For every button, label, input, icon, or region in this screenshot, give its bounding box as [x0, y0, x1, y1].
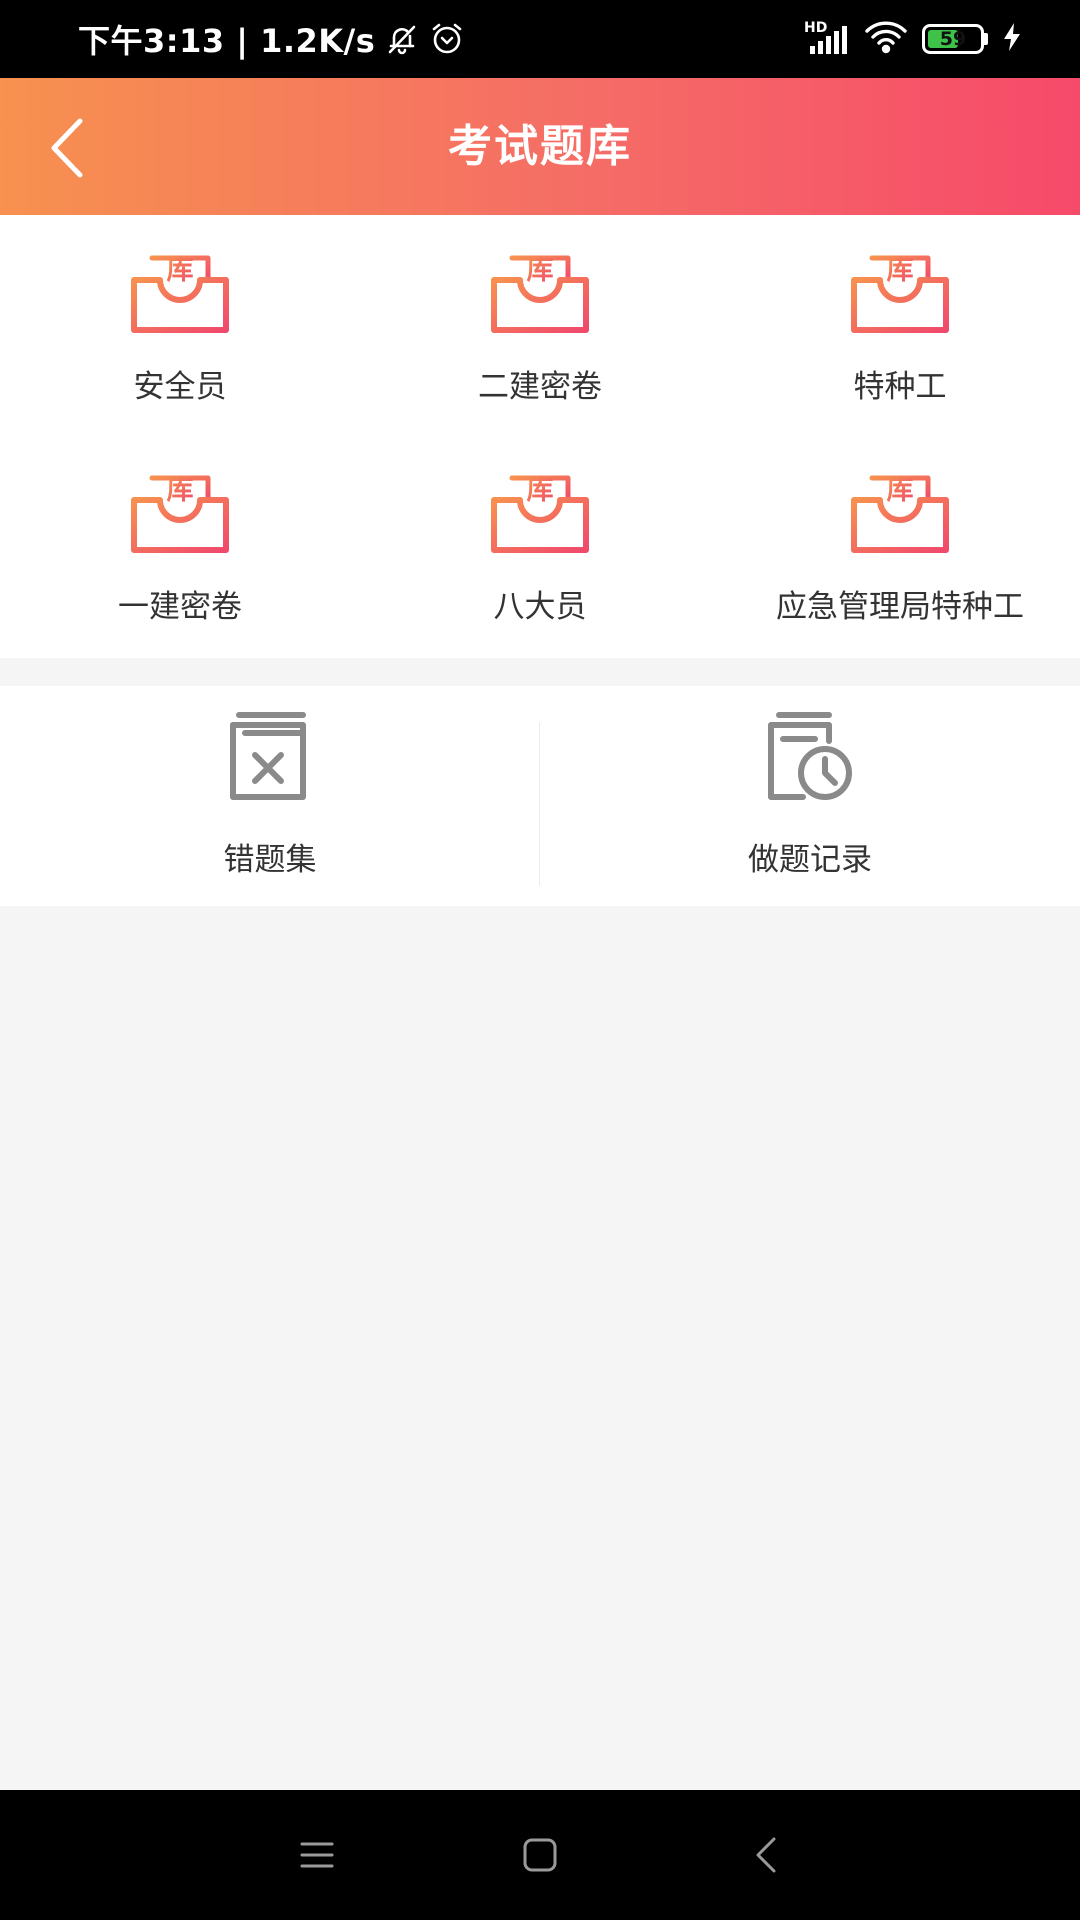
question-bank-icon: 库: [851, 242, 949, 333]
svg-text:库: 库: [167, 475, 194, 506]
question-bank-icon: 库: [491, 462, 589, 553]
category-item[interactable]: 库 特种工: [720, 215, 1080, 435]
status-left: 下午3:13 | 1.2K/s: [78, 0, 465, 78]
header-bar: 考试题库: [0, 78, 1080, 215]
svg-text:库: 库: [527, 255, 554, 286]
battery-icon: 59: [922, 24, 984, 54]
question-bank-icon: 库: [131, 462, 229, 553]
category-item[interactable]: 库 应急管理局特种工: [720, 435, 1080, 655]
wrong-questions-button[interactable]: 错题集: [0, 686, 540, 906]
status-right: HD 59: [804, 0, 1022, 78]
nav-home-button[interactable]: [500, 1820, 580, 1890]
category-label: 应急管理局特种工: [776, 589, 1024, 625]
charging-bolt-icon: [1002, 22, 1022, 56]
category-label: 八大员: [493, 589, 587, 625]
battery-cap: [984, 33, 988, 45]
menu-icon: [300, 1842, 334, 1868]
bell-off-icon: [385, 22, 419, 56]
wrong-questions-icon: [230, 712, 306, 800]
history-record-button[interactable]: 做题记录: [540, 686, 1080, 906]
page-title: 考试题库: [448, 121, 632, 172]
alarm-clock-icon: [429, 21, 465, 57]
system-nav-bar: [0, 1790, 1080, 1920]
battery-indicator: 59: [922, 24, 988, 54]
svg-text:库: 库: [527, 475, 554, 506]
svg-text:库: 库: [887, 475, 914, 506]
battery-level: 59: [939, 28, 967, 50]
status-bar: 下午3:13 | 1.2K/s HD 59: [0, 0, 1080, 78]
category-item[interactable]: 库 八大员: [360, 435, 720, 655]
back-icon: [756, 1837, 776, 1873]
category-grid: 库 安全员 库 二建密卷 库 特种工 库 一建密卷 库 八大员 库 应急管理局特…: [0, 215, 1080, 658]
tool-label: 做题记录: [748, 842, 872, 878]
question-bank-icon: 库: [491, 242, 589, 333]
category-label: 安全员: [133, 369, 227, 405]
question-bank-icon: 库: [131, 242, 229, 333]
nav-back-button[interactable]: [726, 1820, 806, 1890]
category-item[interactable]: 库 二建密卷: [360, 215, 720, 435]
category-item[interactable]: 库 安全员: [0, 215, 360, 435]
question-bank-icon: 库: [851, 462, 949, 553]
nav-menu-button[interactable]: [277, 1820, 357, 1890]
category-item[interactable]: 库 一建密卷: [0, 435, 360, 655]
svg-text:库: 库: [167, 255, 194, 286]
status-time-speed: 下午3:13 | 1.2K/s: [78, 22, 376, 60]
tools-row: 错题集 做题记录: [0, 686, 1080, 906]
wifi-icon: [864, 20, 908, 58]
history-record-icon: [768, 712, 852, 800]
category-label: 特种工: [853, 369, 947, 405]
category-label: 一建密卷: [118, 589, 242, 625]
signal-icon: HD: [804, 20, 850, 56]
svg-text:库: 库: [887, 255, 914, 286]
tool-label: 错题集: [223, 842, 317, 878]
category-label: 二建密卷: [478, 369, 602, 405]
home-icon: [523, 1838, 557, 1872]
